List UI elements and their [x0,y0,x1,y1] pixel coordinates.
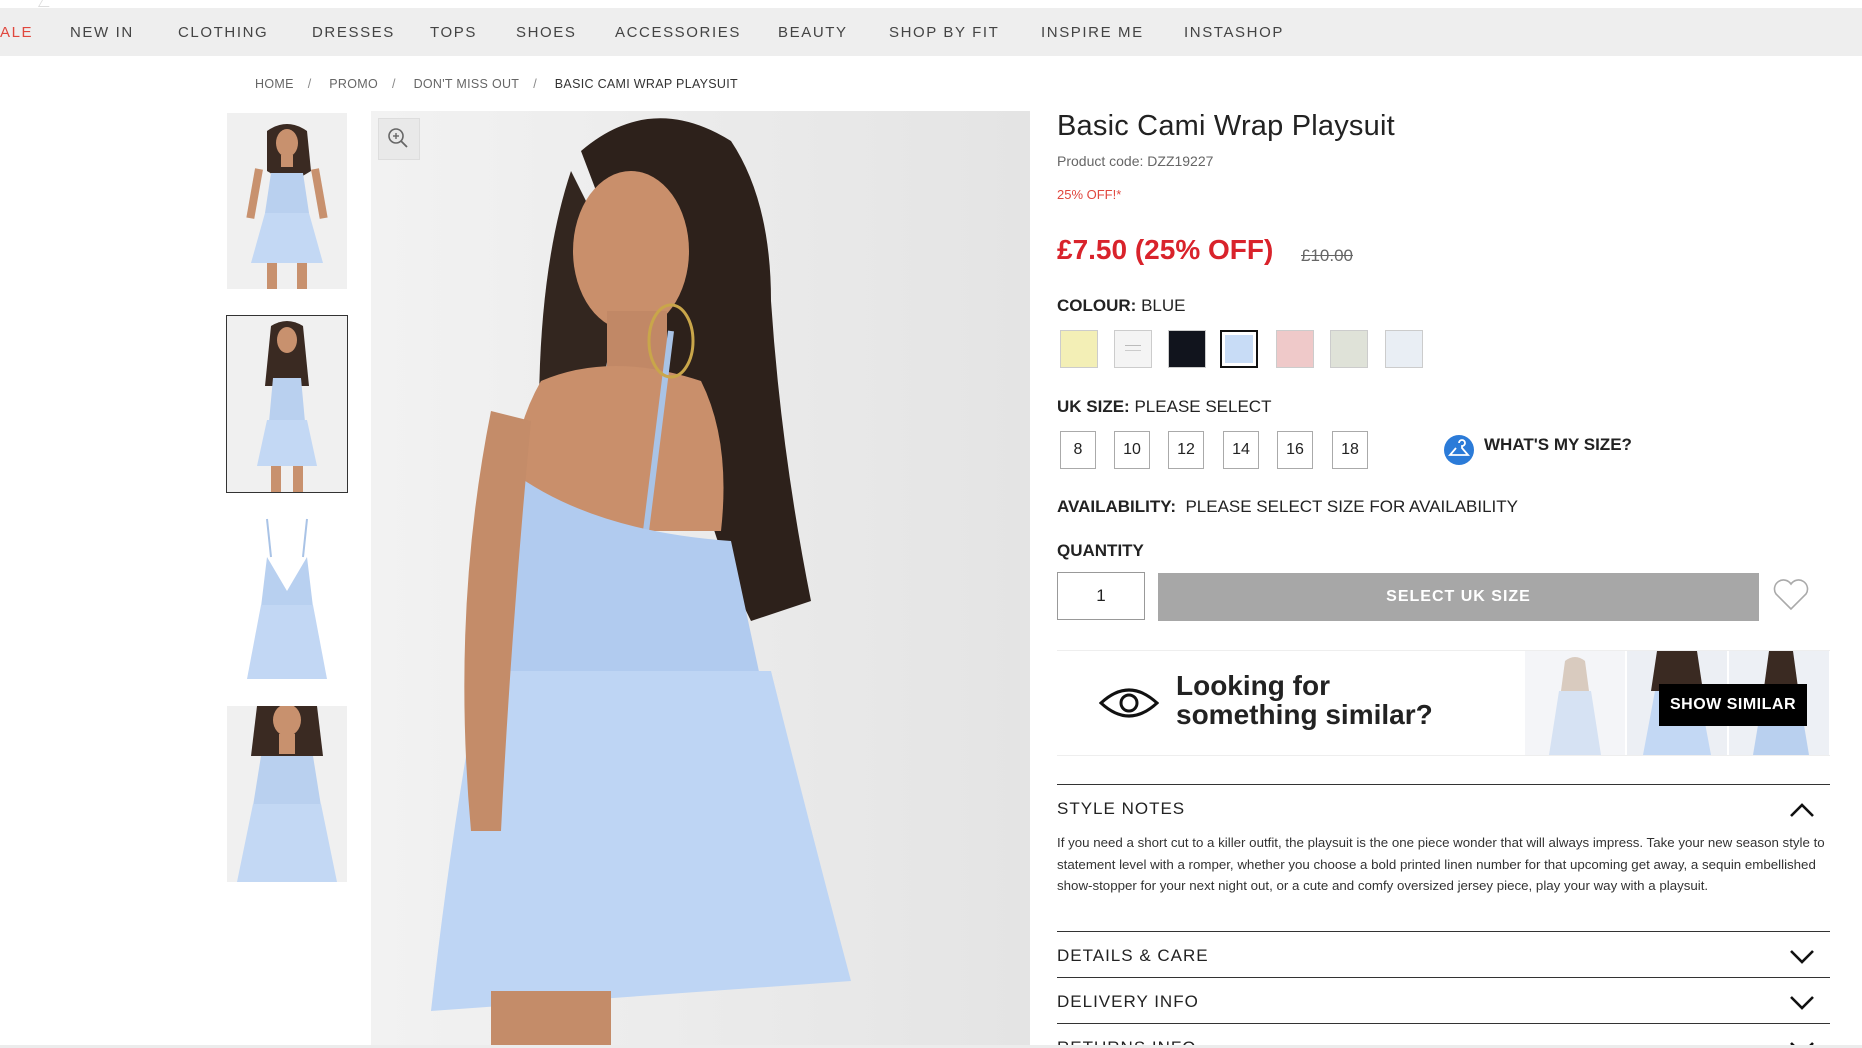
availability-row: AVAILABILITY: PLEASE SELECT SIZE FOR AVA… [1057,497,1518,517]
colour-swatch-white[interactable] [1114,330,1152,368]
heart-outline [1773,579,1809,611]
nav-item-shoes[interactable]: SHOES [516,24,577,41]
breadcrumb: HOME / PROMO / DON'T MISS OUT / BASIC CAMI … [255,77,744,91]
thumbnail-front-figure [227,113,347,289]
nav-item-shop-by-fit[interactable]: SHOP BY FIT [889,24,999,41]
size-option-12[interactable]: 12 [1168,431,1204,469]
size-option-18[interactable]: 18 [1332,431,1368,469]
product-title: Basic Cami Wrap Playsuit [1057,110,1395,142]
hanger-glyph [1448,439,1470,456]
original-price: £10.00 [1301,246,1353,265]
similar-heading: Looking for something similar? [1176,671,1433,729]
colour-label: COLOUR: [1057,296,1137,315]
whats-my-size-link[interactable]: WHAT'S MY SIZE? [1484,435,1632,455]
size-label: UK SIZE: [1057,397,1130,416]
discount-note: 25% OFF!* [1057,187,1122,202]
chevron-down-icon [1790,996,1814,1010]
eye-icon [1099,688,1159,718]
colour-swatch-pale-blue[interactable] [1385,330,1423,368]
breadcrumb-separator: / [392,77,396,91]
select-size-button[interactable]: SELECT UK SIZE [1158,573,1759,621]
product-thumbnail-1[interactable] [227,113,347,289]
similar-product-image [1525,651,1625,755]
colour-swatch-sage[interactable] [1330,330,1368,368]
top-strip [0,0,1862,8]
similar-banner: Looking for something similar? SHOW SIMI… [1057,650,1830,756]
wishlist-heart-icon[interactable] [1770,573,1812,615]
swatch-white-texture [1125,345,1141,346]
nav-item-clothing[interactable]: CLOTHING [178,24,268,41]
product-code: Product code: DZZ19227 [1057,153,1214,169]
accordion-details-care[interactable]: DETAILS & CARE [1057,931,1830,978]
availability-value: PLEASE SELECT SIZE FOR AVAILABILITY [1185,497,1519,516]
breadcrumb-promo[interactable]: PROMO [329,77,378,91]
main-nav: ALE NEW IN CLOTHING DRESSES TOPS SHOES A… [0,8,1862,56]
style-notes-text: If you need a short cut to a killer outf… [1057,835,1825,893]
breadcrumb-separator: / [307,77,312,91]
nav-item-instashop[interactable]: INSTASHOP [1184,24,1284,41]
nav-item-sale[interactable]: ALE [0,24,33,41]
breadcrumb-dont-miss-out[interactable]: DON'T MISS OUT [414,77,520,91]
colour-swatch-yellow[interactable] [1060,330,1098,368]
colour-swatch-black[interactable] [1168,330,1206,368]
quantity-label: QUANTITY [1057,541,1144,560]
size-option-8[interactable]: 8 [1060,431,1096,469]
accordion-returns-info[interactable]: RETURNS INFO [1057,1023,1830,1046]
colour-swatch-blue[interactable] [1220,330,1258,368]
product-main-image[interactable] [371,111,1030,1048]
delivery-info-heading: DELIVERY INFO [1057,992,1199,1011]
size-option-14[interactable]: 14 [1223,431,1259,469]
nav-item-beauty[interactable]: BEAUTY [778,24,848,41]
chevron-up-icon [1790,803,1814,817]
product-thumbnail-3[interactable] [227,517,347,693]
top-strip-notch [37,0,54,7]
nav-item-new-in[interactable]: NEW IN [70,24,134,41]
breadcrumb-separator: / [533,77,538,91]
size-row: UK SIZE: PLEASE SELECT [1057,397,1271,417]
breadcrumb-home[interactable]: HOME [255,77,294,91]
nav-item-accessories[interactable]: ACCESSORIES [615,24,741,41]
chevron-down-icon [1790,950,1814,964]
size-option-10[interactable]: 10 [1114,431,1150,469]
swatch-white-texture [1125,350,1141,351]
product-thumbnail-4[interactable] [227,706,347,882]
similar-figure [1525,651,1625,755]
availability-label: AVAILABILITY: [1057,497,1176,516]
thumbnail-closeup-figure [227,706,347,882]
main-image-figure [371,111,1030,1048]
nav-item-dresses[interactable]: DRESSES [312,24,395,41]
breadcrumb-current: BASIC CAMI WRAP PLAYSUIT [554,77,738,91]
colour-swatch-pink[interactable] [1276,330,1314,368]
nav-item-tops[interactable]: TOPS [430,24,477,41]
thumbnail-back-figure [227,316,347,492]
show-similar-button[interactable]: SHOW SIMILAR [1659,684,1807,726]
similar-heading-line-2: something similar? [1176,699,1433,730]
accordion-delivery-info[interactable]: DELIVERY INFO [1057,977,1830,1024]
colour-row: COLOUR: BLUE [1057,296,1185,316]
size-value: PLEASE SELECT [1134,397,1272,416]
swatch-blue-fill [1225,335,1253,363]
hanger-icon[interactable] [1444,435,1474,465]
style-notes-heading: STYLE NOTES [1057,799,1186,818]
colour-value: BLUE [1141,296,1186,315]
zoom-icon [388,128,408,148]
details-care-heading: DETAILS & CARE [1057,946,1209,965]
product-thumbnail-2[interactable] [226,315,348,493]
nav-item-inspire-me[interactable]: INSPIRE ME [1041,24,1144,41]
similar-heading-line-1: Looking for [1176,670,1330,701]
sale-price: £7.50 (25% OFF) [1057,234,1274,265]
zoom-button[interactable] [378,118,420,160]
size-option-16[interactable]: 16 [1277,431,1313,469]
thumbnail-flat-lay [227,517,347,693]
quantity-input[interactable]: 1 [1057,572,1145,620]
